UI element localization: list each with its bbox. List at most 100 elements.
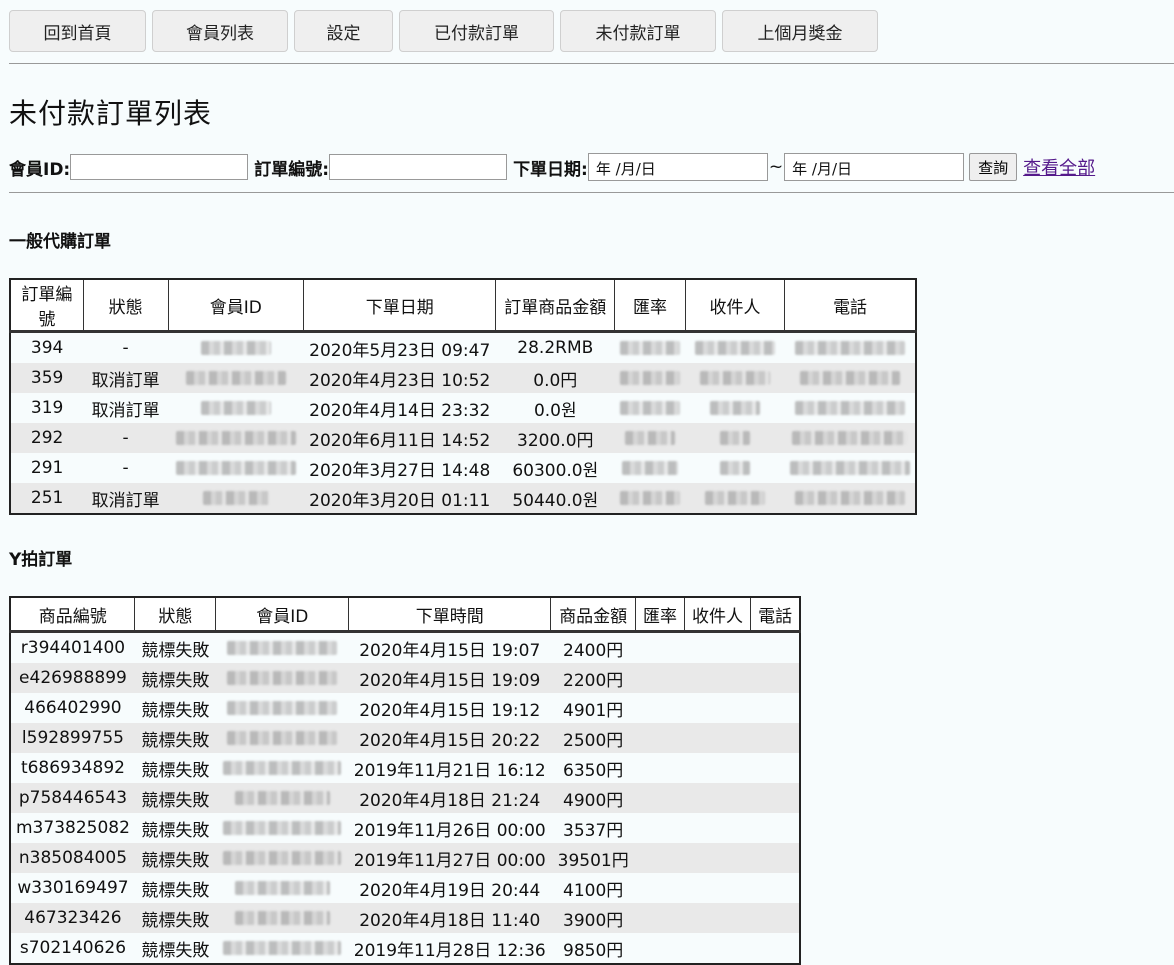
redacted-phone	[789, 461, 910, 475]
status-cell: 競標失敗	[134, 693, 216, 723]
rate-cell	[635, 723, 685, 753]
rate-cell	[635, 663, 685, 693]
rate-cell	[635, 813, 685, 843]
amount-cell: 28.2RMB	[495, 331, 615, 363]
phone-cell	[750, 663, 800, 693]
order-time-cell: 2019年11月26日 00:00	[348, 813, 551, 843]
recipient-cell	[685, 453, 785, 483]
recipient-cell	[684, 843, 751, 873]
redacted-rate	[620, 371, 681, 385]
view-all-link[interactable]: 查看全部	[1023, 154, 1095, 180]
phone-cell	[750, 753, 800, 783]
order-date-cell: 2020年5月23日 09:47	[303, 331, 496, 363]
member-id-input[interactable]	[70, 154, 249, 180]
order-time-cell: 2020年4月15日 20:22	[348, 723, 551, 753]
phone-cell	[750, 873, 800, 903]
amount-cell: 3900円	[550, 903, 636, 933]
amount-cell: 4900円	[550, 783, 636, 813]
recipient-cell	[685, 331, 785, 363]
status-cell: 競標失敗	[134, 753, 216, 783]
nav-last-month-bonus-button[interactable]: 上個月獎金	[722, 10, 878, 52]
column-header: 狀態	[134, 596, 217, 633]
product-id-cell: r394401400	[10, 631, 135, 663]
member-id-cell	[215, 693, 349, 723]
phone-cell	[750, 631, 800, 663]
product-id-cell: s702140626	[10, 933, 135, 964]
nav-home-button[interactable]: 回到首頁	[9, 10, 146, 52]
column-header: 會員ID	[215, 596, 350, 633]
redacted-recipient	[699, 371, 770, 385]
recipient-cell	[684, 783, 751, 813]
nav-paid-orders-button[interactable]: 已付款訂單	[399, 10, 554, 52]
column-header: 電話	[750, 596, 801, 633]
product-id-cell: e426988899	[10, 663, 135, 693]
order-time-cell: 2019年11月27日 00:00	[348, 843, 551, 873]
recipient-cell	[684, 903, 751, 933]
phone-cell	[784, 363, 916, 393]
order-time-cell: 2020年4月15日 19:07	[348, 631, 551, 663]
order-number-input[interactable]	[329, 154, 508, 180]
order-id-cell: 359	[10, 363, 84, 393]
member-id-cell	[215, 753, 349, 783]
rate-cell	[614, 453, 686, 483]
start-date-input[interactable]: 年 /月/日	[587, 153, 768, 181]
redacted-member-id	[227, 701, 338, 715]
member-id-cell	[215, 631, 349, 663]
status-cell: 競標失敗	[134, 783, 216, 813]
table-row: s702140626 競標失敗 2019年11月28日 12:36 9850円	[10, 933, 800, 964]
nav-settings-button[interactable]: 設定	[294, 10, 393, 52]
rate-cell	[614, 483, 686, 514]
rate-cell	[635, 783, 685, 813]
amount-cell: 3537円	[550, 813, 636, 843]
status-cell: 競標失敗	[134, 843, 216, 873]
redacted-member-id	[223, 851, 342, 865]
order-time-cell: 2020年4月18日 21:24	[348, 783, 551, 813]
rate-cell	[635, 693, 685, 723]
recipient-cell	[684, 631, 751, 663]
phone-cell	[750, 723, 800, 753]
page-title: 未付款訂單列表	[9, 97, 213, 130]
table-row: t686934892 競標失敗 2019年11月21日 16:12 6350円	[10, 753, 800, 783]
table-row: 467323426 競標失敗 2020年4月18日 11:40 3900円	[10, 903, 800, 933]
table-row: 394- 2020年5月23日 09:47 28.2RMB	[10, 331, 916, 363]
member-id-cell	[215, 933, 349, 964]
rate-cell	[614, 393, 686, 423]
amount-cell: 4100円	[550, 873, 636, 903]
phone-cell	[750, 693, 800, 723]
order-date-label: 下單日期:	[513, 159, 588, 180]
divider	[9, 63, 1174, 64]
product-id-cell: 467323426	[10, 903, 135, 933]
recipient-cell	[684, 723, 751, 753]
redacted-member-id	[227, 671, 338, 685]
redacted-member-id	[234, 791, 330, 805]
phone-cell	[750, 903, 800, 933]
redacted-member-id	[175, 431, 296, 445]
order-time-cell: 2020年4月15日 19:09	[348, 663, 551, 693]
redacted-recipient	[709, 401, 760, 415]
member-id-cell	[215, 723, 349, 753]
column-header: 電話	[784, 278, 917, 333]
phone-cell	[784, 331, 916, 363]
nav-unpaid-orders-button[interactable]: 未付款訂單	[560, 10, 716, 52]
amount-cell: 2400円	[550, 631, 636, 663]
order-date-cell: 2020年3月27日 14:48	[303, 453, 496, 483]
rate-cell	[635, 631, 685, 663]
rate-cell	[614, 363, 686, 393]
redacted-recipient	[704, 491, 765, 505]
redacted-rate	[620, 341, 681, 355]
column-header: 狀態	[82, 278, 169, 333]
date-range-tilde: ~	[768, 157, 784, 177]
yahoo-orders-table: 商品編號 狀態 會員ID 下單時間 商品金額 匯率 收件人 電話 r394401400 競標失敗…	[9, 596, 801, 965]
nav-members-button[interactable]: 會員列表	[152, 10, 288, 52]
redacted-rate	[625, 431, 676, 445]
end-date-input[interactable]: 年 /月/日	[784, 153, 965, 181]
redacted-member-id	[227, 641, 338, 655]
redacted-phone	[794, 491, 905, 505]
phone-cell	[784, 393, 916, 423]
query-button[interactable]: 查詢	[969, 153, 1018, 181]
redacted-member-id	[234, 911, 330, 925]
table-row: 291- 2020年3月27日 14:48 60300.0원	[10, 453, 916, 483]
status-cell: 競標失敗	[134, 663, 216, 693]
phone-cell	[750, 933, 800, 964]
column-header: 商品金額	[550, 596, 637, 633]
